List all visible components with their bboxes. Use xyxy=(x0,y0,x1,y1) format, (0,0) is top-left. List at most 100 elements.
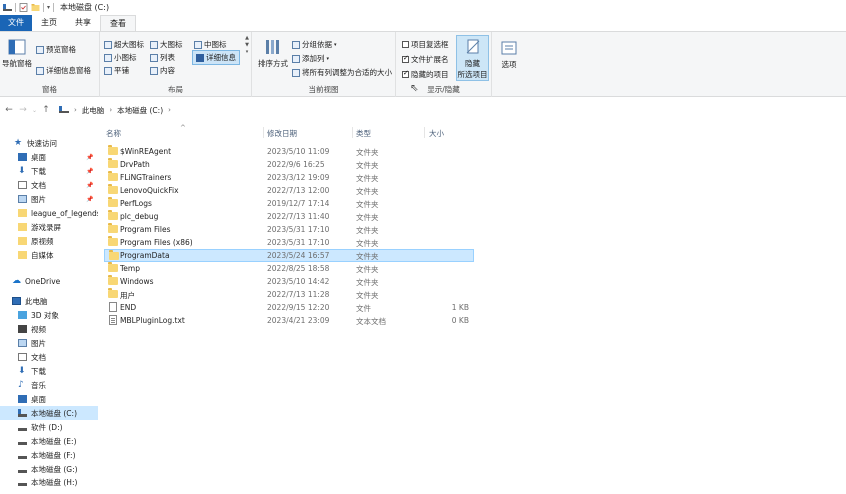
column-divider[interactable] xyxy=(352,127,353,138)
tab-file[interactable]: 文件 xyxy=(0,15,32,31)
column-divider[interactable] xyxy=(263,127,264,138)
nav-drive-f[interactable]: 本地磁盘 (F:) xyxy=(0,448,98,462)
file-row-selected[interactable]: ProgramData 2023/5/24 16:57 文件夹 xyxy=(104,249,474,262)
nav-league-of-legends[interactable]: league_of_legends xyxy=(0,206,98,220)
nav-music[interactable]: ♪ 音乐 xyxy=(0,378,98,392)
file-row[interactable]: FLiNGTrainers 2023/3/12 19:09 文件夹 xyxy=(104,171,474,184)
file-row[interactable]: END 2022/9/15 12:20 文件 1 KB xyxy=(104,301,474,314)
breadcrumb-separator[interactable]: › xyxy=(74,106,77,114)
file-row[interactable]: 用户 2022/7/13 11:28 文件夹 xyxy=(104,288,474,301)
nav-quick-access[interactable]: ★ 快速访问 xyxy=(0,136,98,150)
nav-this-pc[interactable]: 此电脑 xyxy=(0,294,98,308)
hidden-items-checkbox[interactable] xyxy=(402,69,409,78)
properties-icon[interactable] xyxy=(19,3,28,12)
file-name: ProgramData xyxy=(120,251,170,260)
details-pane-button[interactable]: 详细信息窗格 xyxy=(36,65,91,76)
file-extensions-checkbox[interactable] xyxy=(402,54,409,63)
file-row[interactable]: Program Files (x86) 2023/5/31 17:10 文件夹 xyxy=(104,236,474,249)
column-divider[interactable] xyxy=(424,127,425,138)
fit-columns-button[interactable]: 将所有列调整为合适的大小 xyxy=(292,67,392,78)
layout-content[interactable]: 内容 xyxy=(150,65,175,76)
layout-list[interactable]: 列表 xyxy=(150,52,175,63)
chevron-down-icon[interactable]: ▼ xyxy=(244,42,250,49)
nav-pc-downloads[interactable]: ⬇ 下载 xyxy=(0,364,98,378)
layout-tiles[interactable]: 平铺 xyxy=(104,65,129,76)
nav-drive-d[interactable]: 软件 (D:) xyxy=(0,420,98,434)
nav-pc-desktop[interactable]: 桌面 xyxy=(0,392,98,406)
new-folder-icon[interactable] xyxy=(31,3,40,12)
nav-videos[interactable]: 视频 xyxy=(0,322,98,336)
file-date: 2022/7/13 11:28 xyxy=(267,290,330,299)
hidden-items-toggle[interactable]: 隐藏的项目 xyxy=(402,69,449,80)
file-row[interactable]: MBLPluginLog.txt 2023/4/21 23:09 文本文档 0 KB xyxy=(104,314,474,327)
breadcrumb-separator[interactable]: › xyxy=(168,106,171,114)
layout-small-icons[interactable]: 小图标 xyxy=(104,52,137,63)
file-row[interactable]: Windows 2023/5/10 14:42 文件夹 xyxy=(104,275,474,288)
file-row[interactable]: DrvPath 2022/9/6 16:25 文件夹 xyxy=(104,158,474,171)
file-row[interactable]: Program Files 2023/5/31 17:10 文件夹 xyxy=(104,223,474,236)
tab-share[interactable]: 共享 xyxy=(66,15,100,31)
item-checkboxes-checkbox[interactable] xyxy=(402,41,409,48)
nav-pictures[interactable]: 图片 📌 xyxy=(0,192,98,206)
hide-selected-button[interactable]: 隐藏 所选项目 xyxy=(456,35,489,81)
nav-pane-button[interactable]: 导航窗格 xyxy=(2,38,32,69)
preview-pane-label: 预览窗格 xyxy=(46,45,76,54)
nav-drive-e[interactable]: 本地磁盘 (E:) xyxy=(0,434,98,448)
nav-documents[interactable]: 文档 📌 xyxy=(0,178,98,192)
expand-icon[interactable]: ▾ xyxy=(244,49,250,56)
nav-game-recordings[interactable]: 游戏录屏 xyxy=(0,220,98,234)
file-row[interactable]: Temp 2022/8/25 18:58 文件夹 xyxy=(104,262,474,275)
file-date: 2022/9/6 16:25 xyxy=(267,160,325,169)
breadcrumb-drive-c[interactable]: 本地磁盘 (C:) xyxy=(117,105,163,116)
quick-access-toolbar-dropdown-icon[interactable]: ▾ xyxy=(47,4,50,11)
chevron-up-icon[interactable]: ▲ xyxy=(244,35,250,42)
file-name: DrvPath xyxy=(120,160,150,169)
tab-home[interactable]: 主页 xyxy=(32,15,66,31)
nav-drive-c[interactable]: 本地磁盘 (C:) xyxy=(0,406,98,420)
tab-view[interactable]: 查看 xyxy=(100,15,136,31)
nav-drive-h[interactable]: 本地磁盘 (H:) xyxy=(0,476,98,488)
file-extensions-toggle[interactable]: 文件扩展名 xyxy=(402,54,449,65)
layout-extra-large-icons[interactable]: 超大图标 xyxy=(104,39,144,50)
nav-item-label: league_of_legends xyxy=(31,208,98,218)
nav-downloads[interactable]: ⬇ 下载 📌 xyxy=(0,164,98,178)
file-date: 2023/5/31 17:10 xyxy=(267,238,330,247)
up-button[interactable]: ↑ xyxy=(39,105,53,115)
fit-columns-icon xyxy=(292,68,300,77)
column-type[interactable]: 类型 xyxy=(356,128,371,139)
preview-pane-button[interactable]: 预览窗格 xyxy=(36,44,76,55)
layout-scroll[interactable]: ▲ ▼ ▾ xyxy=(244,35,250,56)
file-row[interactable]: LenovoQuickFix 2022/7/13 12:00 文件夹 xyxy=(104,184,474,197)
file-row[interactable]: PerfLogs 2019/12/7 17:14 文件夹 xyxy=(104,197,474,210)
nav-self-media[interactable]: 自媒体 xyxy=(0,248,98,262)
column-name[interactable]: 名称 xyxy=(106,128,121,139)
item-checkboxes-toggle[interactable]: 项目复选框 xyxy=(402,39,449,50)
nav-item-label: 3D 对象 xyxy=(31,310,59,320)
nav-pc-pictures[interactable]: 图片 xyxy=(0,336,98,350)
nav-3d-objects[interactable]: 3D 对象 xyxy=(0,308,98,322)
file-row[interactable]: plc_debug 2022/7/13 11:40 文件夹 xyxy=(104,210,474,223)
forward-button[interactable]: → xyxy=(16,105,30,115)
hide-selected-label-1: 隐藏 xyxy=(465,59,480,68)
file-type: 文件夹 xyxy=(356,148,379,157)
add-column-button[interactable]: 添加列 ▾ xyxy=(292,53,329,64)
group-by-button[interactable]: 分组依据 ▾ xyxy=(292,39,337,50)
layout-details[interactable]: 详细信息 xyxy=(192,50,240,65)
back-button[interactable]: ← xyxy=(2,105,16,115)
layout-medium-icons[interactable]: 中图标 xyxy=(194,39,227,50)
nav-desktop[interactable]: 桌面 📌 xyxy=(0,150,98,164)
nav-onedrive[interactable]: ☁ OneDrive xyxy=(0,274,98,288)
options-button[interactable]: 选项 xyxy=(496,39,522,70)
layout-large-icons[interactable]: 大图标 xyxy=(150,39,183,50)
nav-pc-documents[interactable]: 文档 xyxy=(0,350,98,364)
breadcrumb-separator[interactable]: › xyxy=(109,106,112,114)
file-name: plc_debug xyxy=(120,212,159,221)
column-date[interactable]: 修改日期 xyxy=(267,128,297,139)
file-row[interactable]: $WinREAgent 2023/5/10 11:09 文件夹 xyxy=(104,145,474,158)
breadcrumb-this-pc[interactable]: 此电脑 xyxy=(82,105,105,116)
nav-raw-videos[interactable]: 原视频 xyxy=(0,234,98,248)
recent-locations-button[interactable]: ⌄ xyxy=(30,107,39,114)
nav-drive-g[interactable]: 本地磁盘 (G:) xyxy=(0,462,98,476)
sort-by-button[interactable]: 排序方式 xyxy=(256,38,290,69)
column-size[interactable]: 大小 xyxy=(429,128,444,139)
